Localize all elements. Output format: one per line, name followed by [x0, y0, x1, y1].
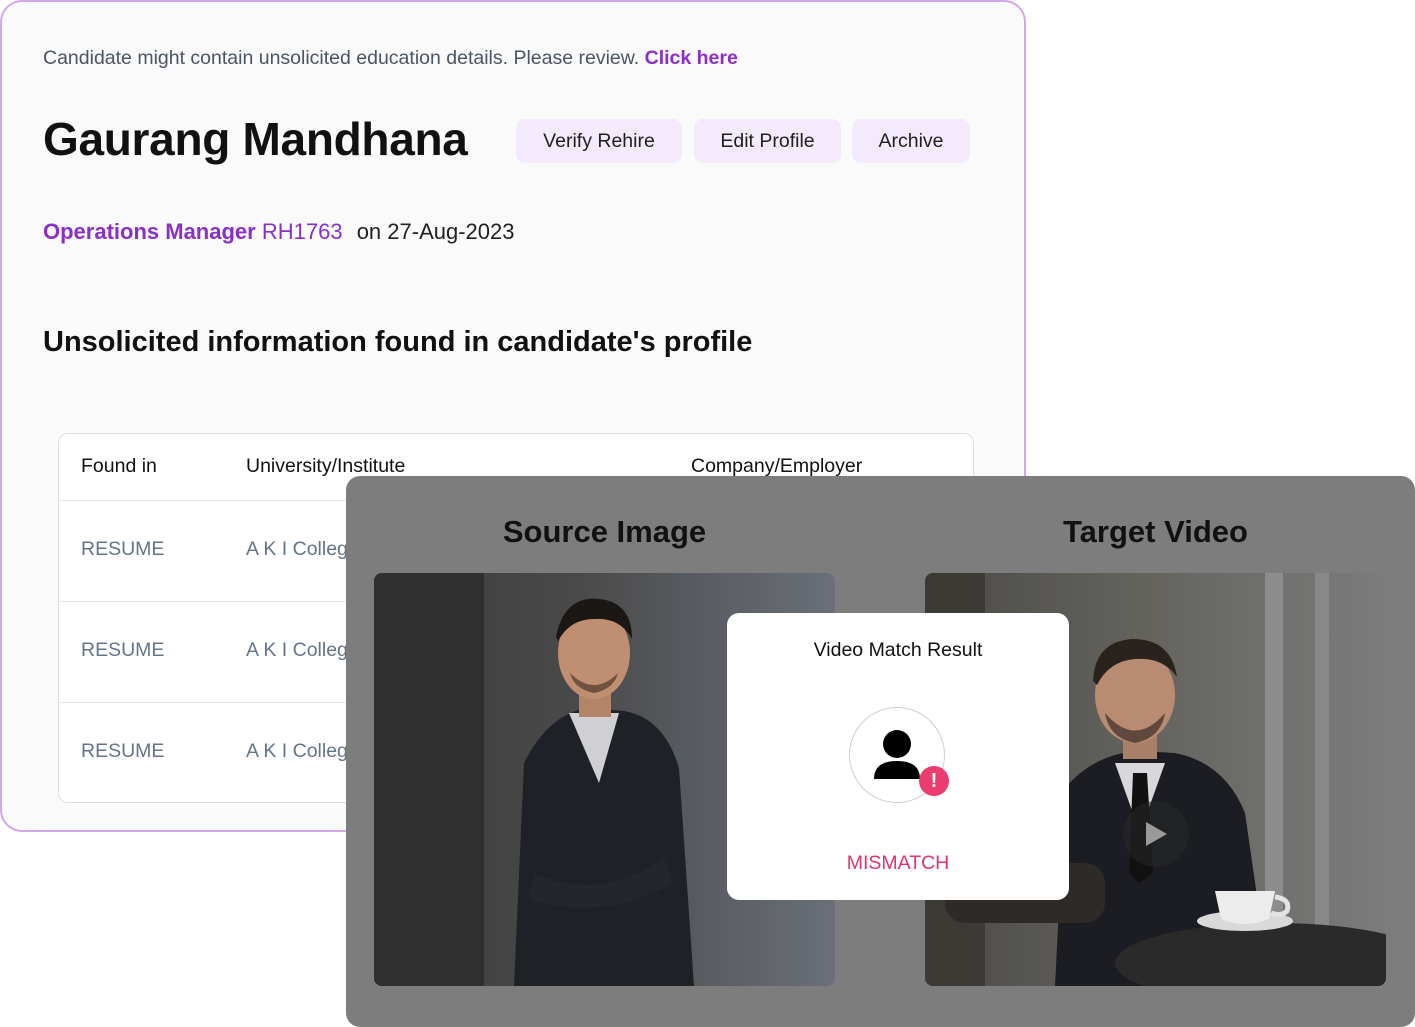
requisition-id[interactable]: RH1763 — [262, 219, 343, 244]
applied-date: on 27-Aug-2023 — [356, 219, 515, 244]
result-title: Video Match Result — [813, 639, 983, 661]
archive-button[interactable]: Archive — [852, 119, 970, 163]
alert-icon: ! — [919, 766, 949, 796]
click-here-link[interactable]: Click here — [645, 47, 738, 69]
match-status: MISMATCH — [846, 852, 950, 874]
video-match-result-card: Video Match Result ! MISMATCH — [727, 613, 1069, 900]
header-found-in: Found in — [81, 455, 157, 477]
candidate-role: Operations Manager RH1763 on 27-Aug-2023 — [43, 219, 514, 245]
source-image-title: Source Image — [502, 514, 707, 549]
job-title-link[interactable]: Operations Manager — [43, 219, 256, 244]
header-institute: University/Institute — [246, 455, 406, 477]
cell-institute: A K I College — [246, 639, 359, 661]
section-title: Unsolicited information found in candida… — [43, 326, 753, 358]
cell-found-in: RESUME — [81, 538, 165, 560]
edit-profile-button[interactable]: Edit Profile — [694, 119, 841, 163]
notice-text: Candidate might contain unsolicited educ… — [43, 47, 640, 69]
verify-rehire-button[interactable]: Verify Rehire — [516, 119, 682, 163]
play-icon — [1146, 822, 1167, 846]
target-video-title: Target Video — [1063, 514, 1248, 549]
cell-found-in: RESUME — [81, 740, 165, 762]
candidate-name: Gaurang Mandhana — [43, 113, 468, 165]
video-match-panel: Source Image Target Video Video Match Re… — [346, 476, 1415, 1027]
header-employer: Company/Employer — [691, 455, 863, 477]
cell-institute: A K I College — [246, 538, 359, 560]
play-button[interactable] — [1123, 801, 1189, 867]
cell-found-in: RESUME — [81, 639, 165, 661]
unsolicited-notice: Candidate might contain unsolicited educ… — [43, 47, 738, 70]
cell-institute: A K I College — [246, 740, 359, 762]
